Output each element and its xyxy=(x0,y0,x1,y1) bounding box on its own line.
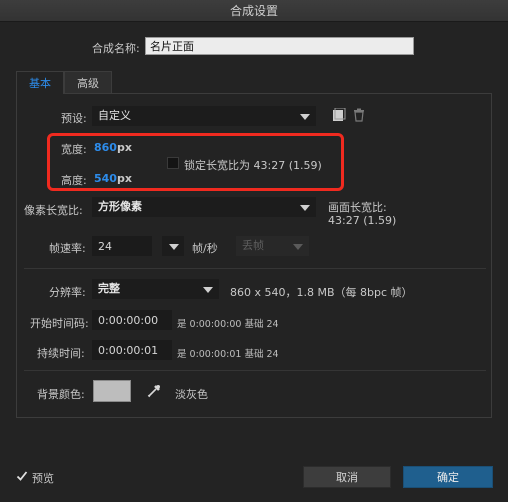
pixel-aspect-label: 像素长宽比: xyxy=(24,204,83,217)
resolution-value: 完整 xyxy=(98,282,120,295)
tab-basic[interactable]: 基本 xyxy=(16,71,64,94)
start-timecode-input[interactable]: 0:00:00:00 xyxy=(92,310,172,330)
drop-frame-value: 丢帧 xyxy=(242,239,264,252)
resolution-dropdown[interactable]: 完整 xyxy=(92,279,219,299)
frame-rate-label: 帧速率: xyxy=(49,242,86,255)
tab-advanced[interactable]: 高级 xyxy=(64,71,112,94)
comp-name-input[interactable]: 名片正面 xyxy=(145,37,414,55)
start-timecode-label: 开始时间码: xyxy=(30,317,89,330)
divider xyxy=(24,370,486,371)
chevron-down-icon xyxy=(300,205,310,211)
save-preset-icon[interactable] xyxy=(332,107,346,122)
resolution-label: 分辨率: xyxy=(49,286,86,299)
preset-value: 自定义 xyxy=(98,109,131,122)
preset-label: 预设: xyxy=(61,112,87,125)
drop-frame-dropdown: 丢帧 xyxy=(236,236,309,256)
background-color-label: 背景颜色: xyxy=(37,388,85,401)
preset-dropdown[interactable]: 自定义 xyxy=(92,106,316,126)
cancel-button[interactable]: 取消 xyxy=(303,466,391,488)
duration-label: 持续时间: xyxy=(37,347,85,360)
start-timecode-info: 是 0:00:00:00 基础 24 xyxy=(177,319,279,330)
frame-rate-unit: 帧/秒 xyxy=(192,242,218,255)
frame-aspect-label: 画面长宽比: xyxy=(328,201,387,214)
duration-input[interactable]: 0:00:00:01 xyxy=(92,340,172,360)
chevron-down-icon xyxy=(293,244,303,250)
frame-aspect-value: 43:27 (1.59) xyxy=(328,214,397,227)
checkmark-icon[interactable] xyxy=(16,470,28,482)
window-title: 合成设置 xyxy=(0,0,508,22)
highlight-box xyxy=(47,133,344,191)
divider xyxy=(24,268,486,269)
trash-icon[interactable] xyxy=(352,108,366,122)
pixel-aspect-dropdown[interactable]: 方形像素 xyxy=(92,197,316,217)
ok-button[interactable]: 确定 xyxy=(403,466,493,488)
chevron-down-icon xyxy=(300,114,310,120)
pixel-aspect-value: 方形像素 xyxy=(98,200,142,213)
duration-info: 是 0:00:00:01 基础 24 xyxy=(177,349,279,360)
frame-rate-input[interactable]: 24 xyxy=(92,236,152,256)
background-color-swatch[interactable] xyxy=(93,380,131,402)
chevron-down-icon xyxy=(203,287,213,293)
comp-name-label: 合成名称: xyxy=(92,42,140,55)
eyedropper-icon[interactable] xyxy=(146,383,162,399)
resolution-info: 860 x 540，1.8 MB（每 8bpc 帧） xyxy=(230,286,413,299)
chevron-down-icon xyxy=(169,244,179,250)
preview-label: 预览 xyxy=(32,472,54,485)
frame-rate-dropdown[interactable] xyxy=(162,236,184,256)
background-color-name: 淡灰色 xyxy=(175,388,208,401)
